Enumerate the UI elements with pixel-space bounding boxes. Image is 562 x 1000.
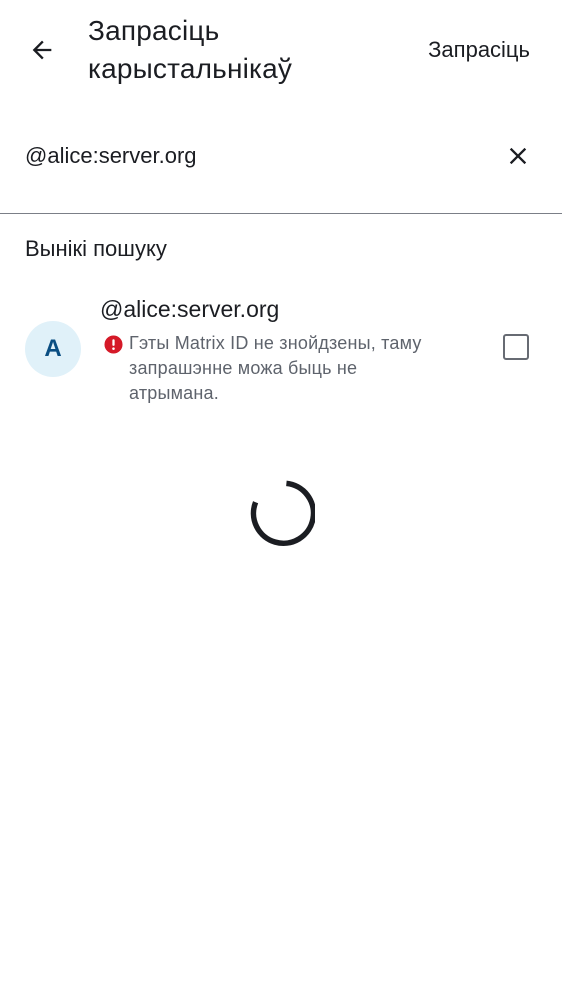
error-icon — [104, 335, 123, 354]
select-checkbox[interactable] — [503, 334, 529, 360]
clear-search-button[interactable] — [496, 134, 540, 178]
user-id: @alice:server.org — [100, 296, 280, 322]
search-bar — [0, 118, 562, 214]
warning-line: Гэты Matrix ID не знойдзены, таму — [129, 333, 422, 353]
search-input[interactable] — [25, 140, 475, 172]
avatar: A — [25, 321, 81, 377]
page-title-line-1: Запрасіць — [88, 15, 220, 46]
page-title-line-2: карыстальнікаў — [88, 53, 293, 84]
top-app-bar: Запрасіць карыстальнікаў Запрасіць — [0, 0, 562, 110]
invite-button[interactable]: Запрасіць — [428, 36, 530, 64]
unknown-user-warning: Гэты Matrix ID не знойдзены, таму запраш… — [129, 331, 469, 406]
arrow-back-icon — [32, 40, 52, 60]
close-icon — [509, 147, 527, 165]
spinner-icon — [250, 480, 315, 546]
warning-line: запрашэнне можа быць не — [129, 358, 358, 378]
search-results-header: Вынікі пошуку — [25, 236, 167, 261]
back-button[interactable] — [18, 26, 66, 74]
list-item[interactable]: A @alice:server.org Гэты Matrix ID не зн… — [0, 288, 562, 418]
warning-line: атрымана. — [129, 383, 219, 403]
page-title: Запрасіць карыстальнікаў — [88, 12, 378, 88]
